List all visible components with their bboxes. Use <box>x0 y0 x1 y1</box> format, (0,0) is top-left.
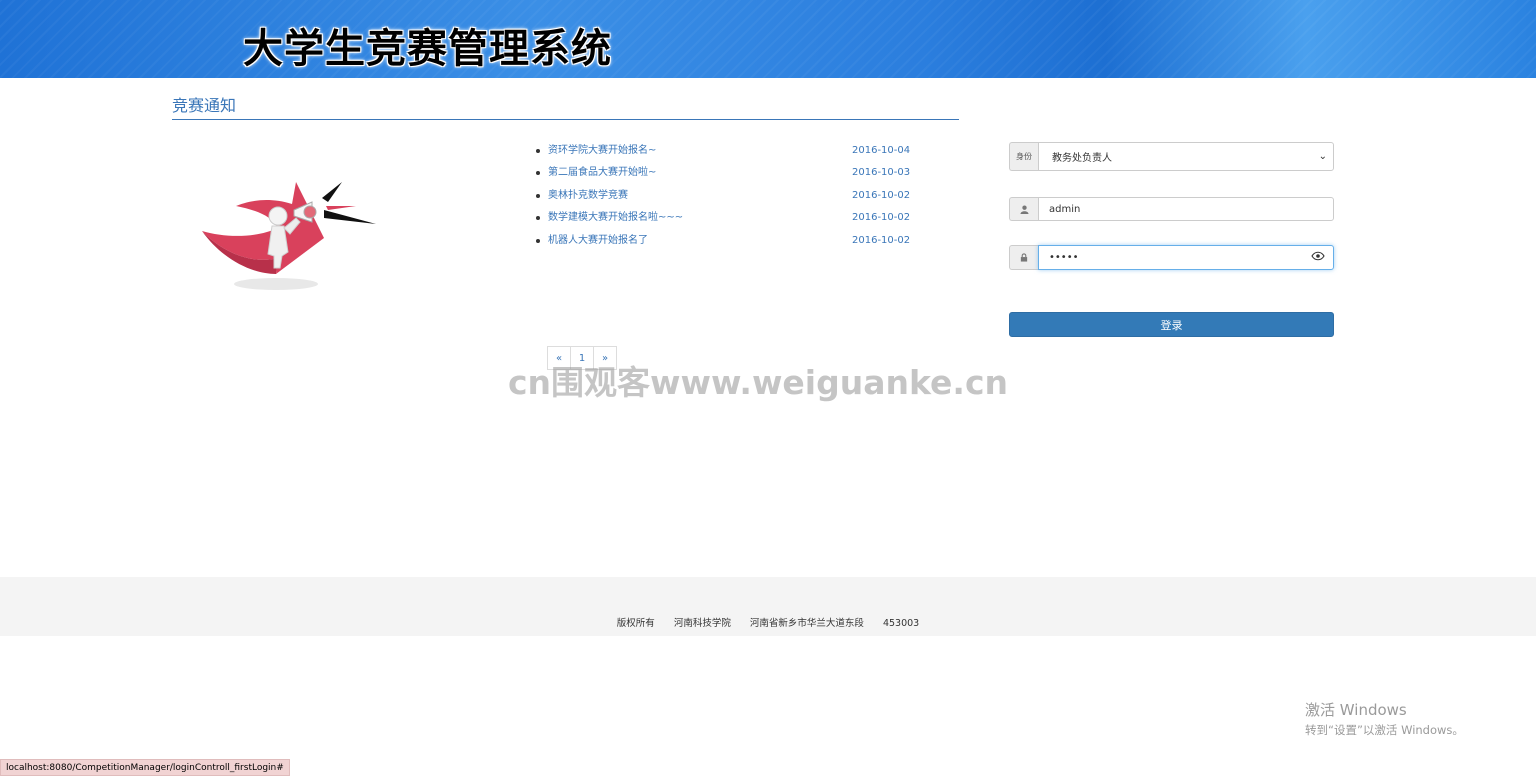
notice-date: 2016-10-03 <box>852 167 911 179</box>
bullet-icon <box>536 216 540 221</box>
notice-list: 资环学院大赛开始报名~ 2016-10-04 第二届食品大赛开始啦~ 2016-… <box>536 143 911 255</box>
list-item: 奥林扑克数学竞赛 2016-10-02 <box>536 188 911 210</box>
header-banner: 大学生竞赛管理系统 <box>0 0 1536 78</box>
role-label: 身份 <box>1009 142 1038 171</box>
chevron-down-icon: ⌄ <box>1318 151 1327 162</box>
lock-icon <box>1009 245 1038 270</box>
footer-info: 版权所有 河南科技学院 河南省新乡市华兰大道东段 453003 <box>0 615 1536 629</box>
activation-title: 激活 Windows <box>1305 701 1407 719</box>
list-item: 数学建模大赛开始报名啦~~~ 2016-10-02 <box>536 210 911 232</box>
eye-icon[interactable] <box>1311 251 1325 264</box>
notice-link[interactable]: 奥林扑克数学竞赛 <box>548 188 628 204</box>
bullet-icon <box>536 238 540 243</box>
footer-copyright: 版权所有 <box>616 618 655 629</box>
notice-link[interactable]: 第二届食品大赛开始啦~ <box>548 165 656 181</box>
username-input[interactable]: admin <box>1038 197 1334 221</box>
list-item: 第二届食品大赛开始啦~ 2016-10-03 <box>536 165 911 187</box>
bullet-icon <box>536 171 540 176</box>
watermark-text: cn围观客www.weiguanke.cn <box>508 363 1009 402</box>
megaphone-illustration <box>202 182 376 290</box>
footer-school: 河南科技学院 <box>673 618 731 629</box>
notice-section-title: 竞赛通知 <box>172 92 959 120</box>
notice-date: 2016-10-02 <box>852 234 911 246</box>
system-title: 大学生竞赛管理系统 <box>243 26 612 72</box>
role-select[interactable]: 教务处负责人 ⌄ <box>1038 142 1334 171</box>
browser-status-bar: localhost:8080/CompetitionManager/loginC… <box>0 759 290 776</box>
footer-address: 河南省新乡市华兰大道东段 <box>749 618 864 629</box>
footer: 版权所有 河南科技学院 河南省新乡市华兰大道东段 453003 <box>0 577 1536 636</box>
notice-link[interactable]: 机器人大赛开始报名了 <box>548 233 648 249</box>
password-input[interactable]: ••••• <box>1038 245 1334 270</box>
bullet-icon <box>536 149 540 153</box>
list-item: 资环学院大赛开始报名~ 2016-10-04 <box>536 143 911 165</box>
activation-hint: 转到“设置”以激活 Windows。 <box>1305 723 1464 737</box>
user-icon <box>1009 197 1038 221</box>
footer-postcode: 453003 <box>882 618 920 629</box>
password-group: ••••• <box>1009 245 1334 270</box>
username-group: admin <box>1009 197 1334 221</box>
notice-date: 2016-10-02 <box>852 189 911 201</box>
password-mask: ••••• <box>1049 252 1079 263</box>
list-item: 机器人大赛开始报名了 2016-10-02 <box>536 233 911 255</box>
login-button[interactable]: 登录 <box>1009 312 1334 337</box>
bullet-icon <box>536 193 540 198</box>
notice-link[interactable]: 数学建模大赛开始报名啦~~~ <box>548 210 683 226</box>
notice-date: 2016-10-02 <box>852 212 911 224</box>
notice-date: 2016-10-04 <box>852 145 911 156</box>
role-select-group: 身份 教务处负责人 ⌄ <box>1009 142 1334 171</box>
role-select-value: 教务处负责人 <box>1052 153 1112 164</box>
notice-link[interactable]: 资环学院大赛开始报名~ <box>548 143 656 159</box>
windows-activation-notice: 激活 Windows 转到“设置”以激活 Windows。 <box>1305 699 1464 738</box>
banner-pattern <box>0 0 1536 78</box>
